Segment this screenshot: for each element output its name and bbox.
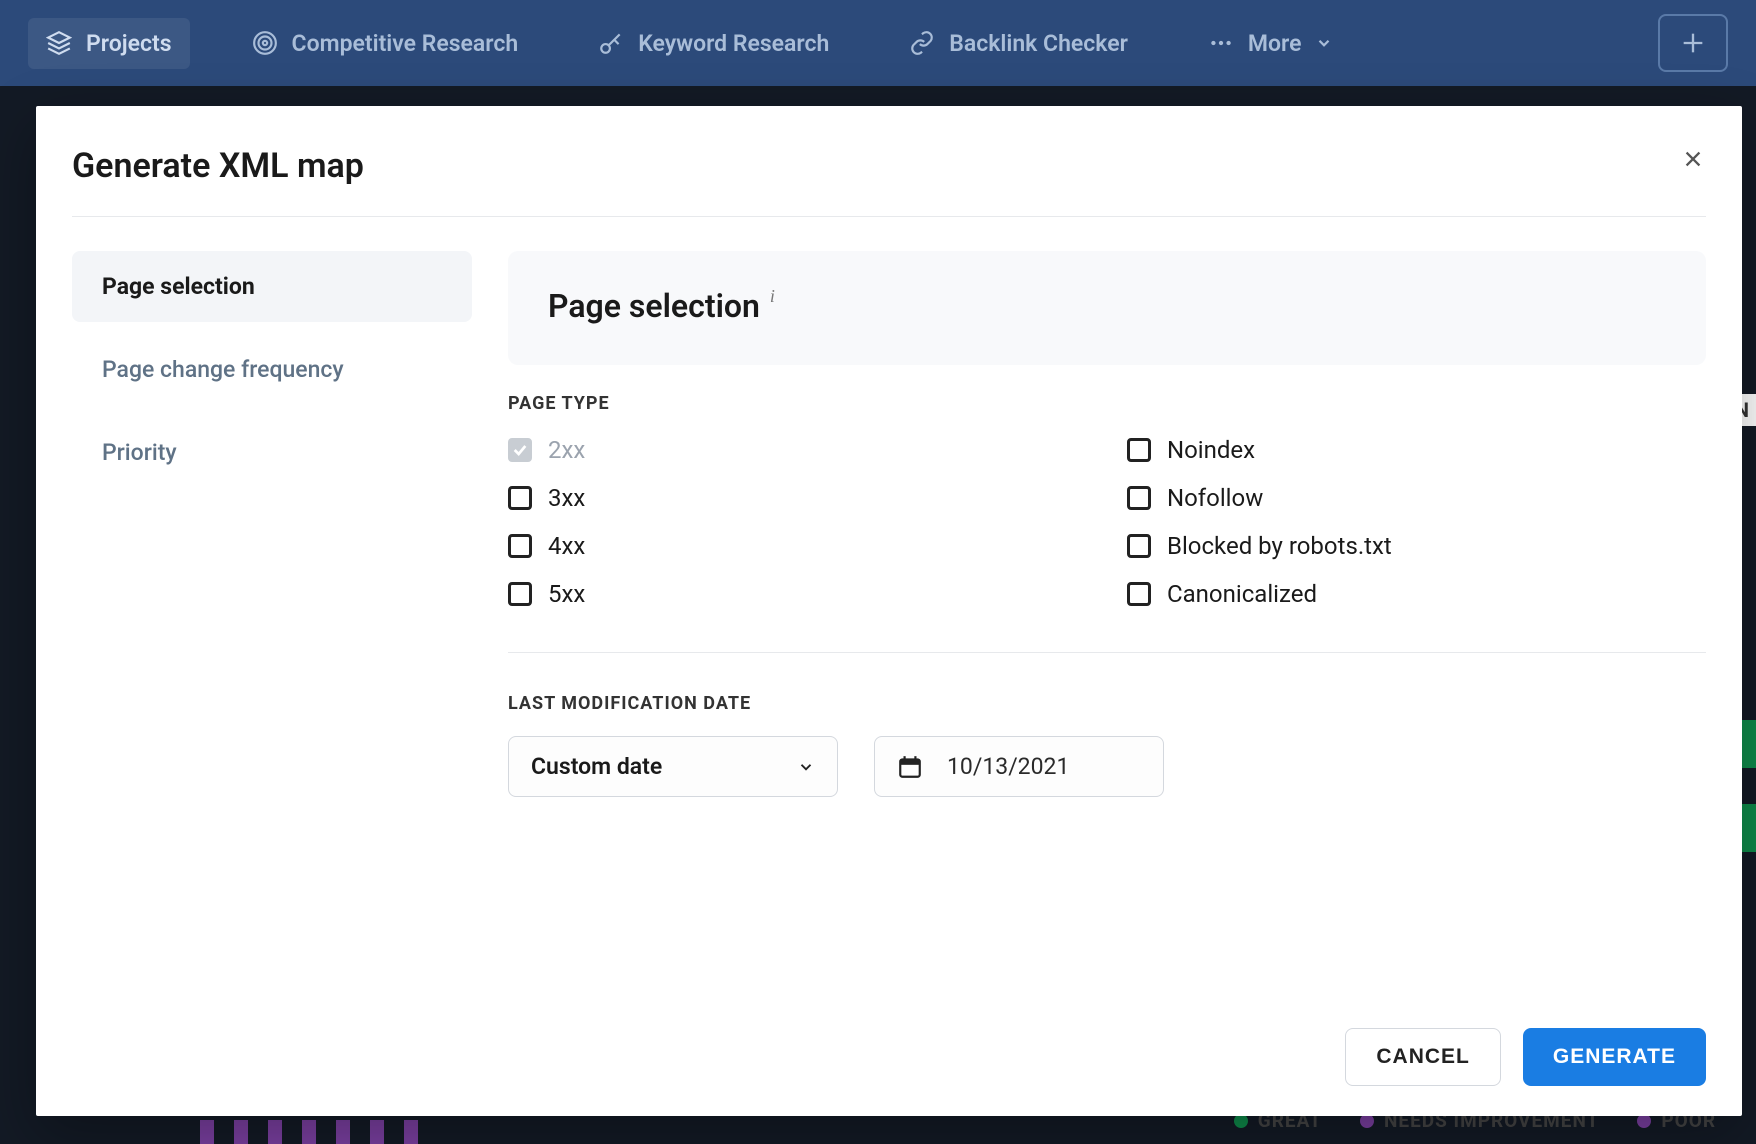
- page-type-label: PAGE TYPE: [508, 393, 1706, 414]
- modal-title: Generate XML map: [72, 146, 364, 186]
- section-title: Page selection: [548, 287, 760, 325]
- bar: [302, 1120, 316, 1144]
- layers-icon: [46, 30, 72, 56]
- calendar-icon: [897, 754, 923, 780]
- checkbox-noindex[interactable]: Noindex: [1127, 436, 1706, 464]
- checkbox-label: Nofollow: [1167, 484, 1263, 512]
- checkbox-icon: [1127, 582, 1151, 606]
- checkbox-icon: [1127, 438, 1151, 462]
- dots-icon: [1208, 30, 1234, 56]
- checkbox-label: Canonicalized: [1167, 580, 1317, 608]
- checkbox-icon: [508, 486, 532, 510]
- checkbox-icon: [1127, 534, 1151, 558]
- info-icon[interactable]: i: [770, 286, 775, 307]
- checkbox-3xx[interactable]: 3xx: [508, 484, 1087, 512]
- sidebar-item-page-frequency[interactable]: Page change frequency: [72, 334, 472, 405]
- nav-label: Keyword Research: [638, 30, 829, 57]
- nav-more[interactable]: More: [1190, 18, 1352, 69]
- key-icon: [598, 30, 624, 56]
- sidebar-item-priority[interactable]: Priority: [72, 417, 472, 488]
- checkbox-icon: [508, 534, 532, 558]
- sidebar-item-label: Page selection: [102, 273, 255, 300]
- bar: [370, 1120, 384, 1144]
- checkbox-5xx[interactable]: 5xx: [508, 580, 1087, 608]
- checkbox-label: Noindex: [1167, 436, 1255, 464]
- chevron-down-icon: [797, 758, 815, 776]
- date-mode-select[interactable]: Custom date: [508, 736, 838, 797]
- checkbox-icon: [508, 438, 532, 462]
- link-icon: [909, 30, 935, 56]
- checkbox-nofollow[interactable]: Nofollow: [1127, 484, 1706, 512]
- sidebar-item-page-selection[interactable]: Page selection: [72, 251, 472, 322]
- chart-bars: [200, 1114, 418, 1144]
- nav-label: Projects: [86, 30, 172, 57]
- page-type-grid: 2xx 3xx 4xx 5xx: [508, 436, 1706, 608]
- checkbox-canonicalized[interactable]: Canonicalized: [1127, 580, 1706, 608]
- close-icon: [1682, 148, 1704, 170]
- checkbox-label: 4xx: [548, 532, 585, 560]
- nav-label: More: [1248, 30, 1302, 57]
- generate-button[interactable]: GENERATE: [1523, 1028, 1706, 1086]
- plus-icon: [1679, 29, 1707, 57]
- modal-sidebar: Page selection Page change frequency Pri…: [72, 251, 472, 1086]
- modal-main: Page selection i PAGE TYPE 2xx 3xx: [472, 251, 1706, 1086]
- checkbox-label: Blocked by robots.txt: [1167, 532, 1392, 560]
- divider: [508, 652, 1706, 653]
- sidebar-item-label: Priority: [102, 439, 177, 466]
- bar: [200, 1120, 214, 1144]
- checkbox-label: 2xx: [548, 436, 585, 464]
- chevron-down-icon: [1315, 34, 1333, 52]
- close-button[interactable]: [1680, 146, 1706, 172]
- bar: [336, 1120, 350, 1144]
- nav-backlink[interactable]: Backlink Checker: [891, 18, 1146, 69]
- section-header: Page selection i: [508, 251, 1706, 365]
- nav-projects[interactable]: Projects: [28, 18, 190, 69]
- modal-footer: CANCEL GENERATE: [508, 1028, 1706, 1086]
- nav-competitive[interactable]: Competitive Research: [234, 18, 537, 69]
- nav-keyword[interactable]: Keyword Research: [580, 18, 847, 69]
- modal-header: Generate XML map: [72, 146, 1706, 217]
- bar: [268, 1120, 282, 1144]
- checkbox-label: 5xx: [548, 580, 585, 608]
- cancel-button[interactable]: CANCEL: [1345, 1028, 1501, 1086]
- bar: [234, 1120, 248, 1144]
- bar: [404, 1120, 418, 1144]
- date-row: Custom date 10/13/2021: [508, 736, 1706, 797]
- last-mod-label: LAST MODIFICATION DATE: [508, 693, 1706, 714]
- checkbox-icon: [508, 582, 532, 606]
- checkbox-4xx[interactable]: 4xx: [508, 532, 1087, 560]
- sidebar-item-label: Page change frequency: [102, 356, 344, 383]
- modal-body: Page selection Page change frequency Pri…: [72, 251, 1706, 1086]
- nav-label: Competitive Research: [292, 30, 519, 57]
- add-button[interactable]: [1658, 14, 1728, 72]
- top-nav: Projects Competitive Research Keyword Re…: [0, 0, 1756, 86]
- generate-xml-modal: Generate XML map Page selection Page cha…: [36, 106, 1742, 1116]
- target-icon: [252, 30, 278, 56]
- checkbox-blocked-robots[interactable]: Blocked by robots.txt: [1127, 532, 1706, 560]
- checkbox-label: 3xx: [548, 484, 585, 512]
- date-value: 10/13/2021: [947, 753, 1069, 780]
- date-input[interactable]: 10/13/2021: [874, 736, 1164, 797]
- nav-label: Backlink Checker: [949, 30, 1128, 57]
- checkbox-icon: [1127, 486, 1151, 510]
- checkbox-2xx: 2xx: [508, 436, 1087, 464]
- select-value: Custom date: [531, 753, 662, 780]
